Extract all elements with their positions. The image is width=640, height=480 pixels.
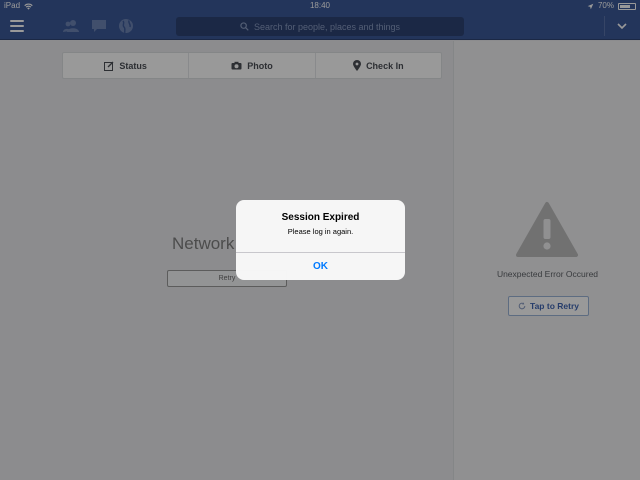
ok-button[interactable]: OK	[236, 253, 405, 280]
alert-title: Session Expired	[281, 212, 360, 223]
session-expired-alert: Session Expired Please log in again. OK	[236, 200, 405, 280]
alert-message: Please log in again.	[287, 227, 354, 236]
